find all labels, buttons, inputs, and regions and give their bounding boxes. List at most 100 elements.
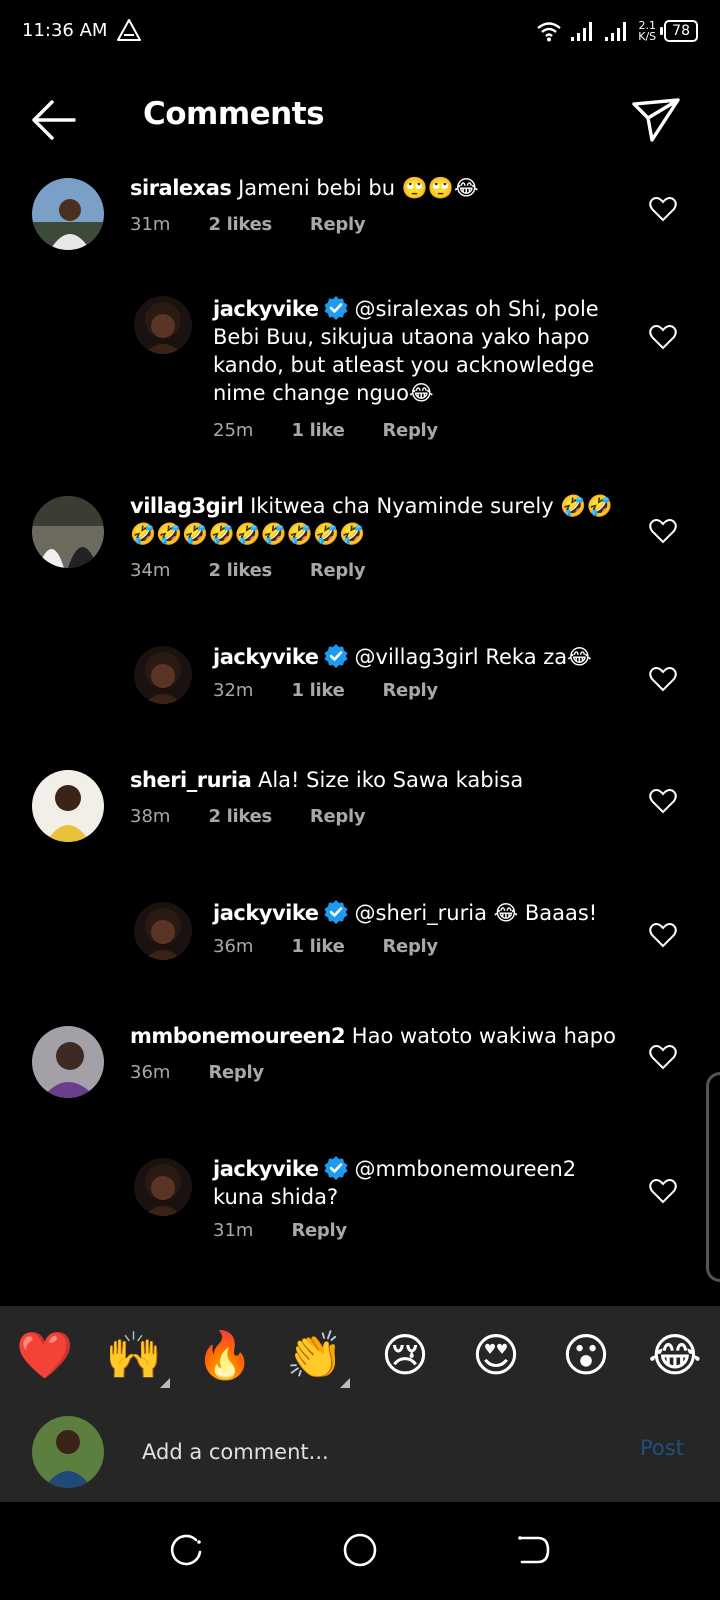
reply-item: jackyvike @siralexas oh Shi, pole Bebi Bu…: [0, 296, 720, 466]
reaction-heart-eyes[interactable]: 😍: [461, 1320, 531, 1390]
reply-button[interactable]: Reply: [382, 936, 438, 957]
header: Comments: [0, 72, 720, 168]
reaction-heart[interactable]: ❤️: [10, 1320, 80, 1390]
comment-time: 32m: [213, 680, 254, 701]
comment-likes[interactable]: 2 likes: [208, 214, 272, 235]
comment-item: sheri_ruria Ala! Size iko Sawa kabisa 38…: [0, 760, 720, 870]
page-title: Comments: [143, 96, 325, 132]
recents-icon[interactable]: [166, 1530, 206, 1570]
skin-tone-indicator[interactable]: [340, 1378, 350, 1388]
quick-reactions-bar: ❤️ 🙌 🔥 👏 😢 😍 😮 😂: [0, 1306, 720, 1402]
comment-mention[interactable]: @sheri_ruria: [355, 901, 487, 925]
comment-likes[interactable]: 2 likes: [208, 806, 272, 827]
reply-button[interactable]: Reply: [310, 214, 366, 235]
comment-time: 38m: [130, 806, 171, 827]
network-speed: 2.1 K/S: [638, 19, 657, 43]
comment-likes[interactable]: 1 like: [291, 420, 344, 441]
comment-time: 31m: [213, 1220, 254, 1241]
heart-icon[interactable]: [649, 1044, 677, 1070]
verified-badge-icon: [324, 296, 348, 320]
comment-meta: 31m Reply: [213, 1220, 347, 1241]
reply-item: jackyvike @mmbonemoureen2 kuna shida? 31m…: [0, 1156, 720, 1268]
heart-icon[interactable]: [649, 666, 677, 692]
comment-time: 36m: [130, 1062, 171, 1083]
user-avatar[interactable]: [32, 1026, 104, 1098]
comment-username[interactable]: jackyvike: [213, 297, 319, 321]
arrow-left-icon[interactable]: [28, 96, 80, 144]
comment-mention[interactable]: @mmbonemoureen2: [355, 1157, 577, 1181]
comment-username[interactable]: jackyvike: [213, 901, 319, 925]
scroll-handle[interactable]: [706, 1072, 720, 1282]
wifi-icon: [537, 22, 562, 42]
battery-indicator: 78: [660, 20, 698, 42]
reply-button[interactable]: Reply: [208, 1062, 264, 1083]
user-avatar[interactable]: [134, 1158, 192, 1216]
comment-meta: 38m 2 likes Reply: [130, 806, 366, 827]
comment-meta: 32m 1 like Reply: [213, 680, 438, 701]
verified-badge-icon: [324, 900, 348, 924]
comment-message: Hao watoto wakiwa hapo: [351, 1024, 616, 1048]
verified-badge-icon: [324, 644, 348, 668]
comment-mention[interactable]: @siralexas: [355, 297, 469, 321]
reaction-fire[interactable]: 🔥: [190, 1320, 260, 1390]
comment-text: villag3girl Ikitwea cha Nyaminde surely …: [130, 492, 630, 548]
warning-icon: [117, 19, 141, 41]
reply-button[interactable]: Reply: [291, 1220, 347, 1241]
skin-tone-indicator[interactable]: [160, 1378, 170, 1388]
heart-icon[interactable]: [649, 196, 677, 222]
user-avatar[interactable]: [134, 902, 192, 960]
comment-username[interactable]: sheri_ruria: [130, 768, 252, 792]
post-button[interactable]: Post: [640, 1436, 684, 1460]
signal-icon: [571, 22, 593, 41]
heart-icon[interactable]: [649, 922, 677, 948]
comment-message: kuna shida?: [213, 1185, 339, 1209]
comment-meta: 34m 2 likes Reply: [130, 560, 366, 581]
reply-button[interactable]: Reply: [310, 806, 366, 827]
comment-likes[interactable]: 2 likes: [208, 560, 272, 581]
comment-time: 31m: [130, 214, 171, 235]
comment-text: siralexas Jameni bebi bu 🙄🙄😂: [130, 174, 630, 202]
reply-button[interactable]: Reply: [382, 420, 438, 441]
comment-username[interactable]: mmbonemoureen2: [130, 1024, 346, 1048]
reaction-raising-hands[interactable]: 🙌: [99, 1320, 169, 1390]
comment-text: jackyvike @villag3girl Reka za😂: [213, 643, 623, 671]
comment-item: villag3girl Ikitwea cha Nyaminde surely …: [0, 486, 720, 606]
comment-username[interactable]: villag3girl: [130, 494, 244, 518]
user-avatar[interactable]: [134, 296, 192, 354]
comment-username[interactable]: jackyvike: [213, 1157, 319, 1181]
comment-text: jackyvike @sheri_ruria 😂 Baaas!: [213, 899, 623, 927]
reply-button[interactable]: Reply: [310, 560, 366, 581]
user-avatar[interactable]: [32, 770, 104, 842]
status-bar: 11:36 AM 2.1 K/S 78: [0, 0, 720, 64]
comment-mention[interactable]: @villag3girl: [355, 645, 479, 669]
comment-list[interactable]: siralexas Jameni bebi bu 🙄🙄😂 31m 2 likes…: [0, 168, 720, 1306]
comment-text: mmbonemoureen2 Hao watoto wakiwa hapo: [130, 1022, 630, 1050]
signal-icon: [605, 22, 627, 41]
comment-text: jackyvike @siralexas oh Shi, pole Bebi Bu…: [213, 295, 623, 407]
heart-icon[interactable]: [649, 324, 677, 350]
reply-button[interactable]: Reply: [382, 680, 438, 701]
user-avatar[interactable]: [32, 178, 104, 250]
heart-icon[interactable]: [649, 1178, 677, 1204]
back-icon[interactable]: [514, 1530, 554, 1570]
heart-icon[interactable]: [649, 788, 677, 814]
reaction-surprised[interactable]: 😮: [551, 1320, 621, 1390]
comment-username[interactable]: jackyvike: [213, 645, 319, 669]
comment-message: Jameni bebi bu 🙄🙄😂: [238, 176, 479, 200]
comment-composer: Post: [0, 1402, 720, 1502]
comment-text: sheri_ruria Ala! Size iko Sawa kabisa: [130, 766, 630, 794]
comment-item: mmbonemoureen2 Hao watoto wakiwa hapo 36…: [0, 1016, 720, 1126]
comment-likes[interactable]: 1 like: [291, 680, 344, 701]
heart-icon[interactable]: [649, 518, 677, 544]
user-avatar[interactable]: [32, 496, 104, 568]
user-avatar[interactable]: [134, 646, 192, 704]
comment-input[interactable]: [142, 1428, 602, 1476]
reaction-crying[interactable]: 😢: [370, 1320, 440, 1390]
verified-badge-icon: [324, 1156, 348, 1180]
send-icon[interactable]: [630, 94, 682, 146]
reply-item: jackyvike @sheri_ruria 😂 Baaas! 36m 1 lik…: [0, 899, 720, 982]
comment-likes[interactable]: 1 like: [291, 936, 344, 957]
comment-username[interactable]: siralexas: [130, 176, 232, 200]
home-icon[interactable]: [340, 1530, 380, 1570]
reaction-laughing[interactable]: 😂: [640, 1320, 710, 1390]
